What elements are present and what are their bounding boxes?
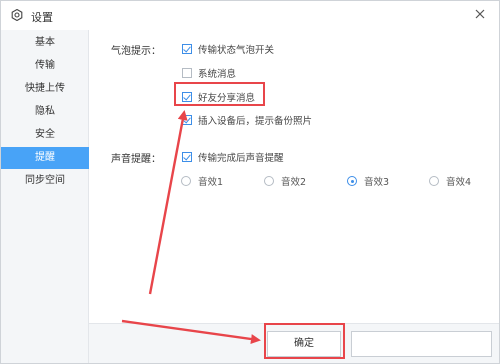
radio-label: 音效1 (198, 177, 224, 188)
radio-button[interactable] (181, 176, 191, 186)
sidebar-item-transfer[interactable]: 传输 (1, 55, 89, 77)
settings-gear-icon (11, 9, 23, 21)
cancel-button[interactable] (351, 331, 492, 357)
sound-effect-1-radio[interactable]: 音效1 (181, 174, 223, 188)
sidebar-item-privacy[interactable]: 隐私 (1, 101, 89, 123)
backup-photos-checkbox[interactable]: 插入设备后，提示备份照片 (182, 113, 312, 127)
radio-label: 音效4 (446, 177, 472, 188)
checkbox-label: 好友分享消息 (198, 93, 256, 104)
checkbox-label: 传输状态气泡开关 (198, 45, 275, 56)
radio-label: 音效2 (281, 177, 307, 188)
sound-effect-3-radio[interactable]: 音效3 (347, 174, 389, 188)
sidebar-item-quick-upload[interactable]: 快捷上传 (1, 78, 89, 100)
sidebar-item-basic[interactable]: 基本 (1, 32, 89, 54)
checkbox-box[interactable] (182, 92, 192, 102)
sound-effect-2-radio[interactable]: 音效2 (264, 174, 306, 188)
radio-label: 音效3 (364, 177, 390, 188)
checkbox-label: 传输完成后声音提醒 (198, 153, 284, 164)
sound-section-label: 声音提醒： (111, 154, 161, 165)
sidebar-item-security[interactable]: 安全 (1, 124, 89, 146)
checkbox-box[interactable] (182, 68, 192, 78)
ok-button[interactable]: 确定 (267, 331, 341, 357)
system-message-checkbox[interactable]: 系统消息 (182, 66, 236, 80)
sound-reminder-checkbox[interactable]: 传输完成后声音提醒 (182, 150, 284, 164)
checkbox-label: 系统消息 (198, 69, 237, 80)
sidebar: 基本 传输 快捷上传 隐私 安全 提醒 同步空间 (1, 30, 89, 363)
radio-button[interactable] (347, 176, 357, 186)
settings-window: 设置 基本 传输 快捷上传 隐私 安全 提醒 同步空间 气泡提示： 传输状态气泡… (0, 0, 500, 364)
sidebar-item-sync-space[interactable]: 同步空间 (1, 170, 89, 192)
checkbox-box[interactable] (182, 115, 192, 125)
checkbox-label: 插入设备后，提示备份照片 (198, 116, 313, 127)
transfer-bubble-checkbox[interactable]: 传输状态气泡开关 (182, 42, 274, 56)
bubble-section-label: 气泡提示： (111, 46, 161, 57)
checkbox-box[interactable] (182, 44, 192, 54)
friend-share-checkbox[interactable]: 好友分享消息 (182, 90, 255, 104)
checkbox-box[interactable] (182, 152, 192, 162)
sidebar-item-reminder[interactable]: 提醒 (1, 147, 89, 169)
radio-button[interactable] (264, 176, 274, 186)
window-title: 设置 (31, 11, 53, 24)
radio-button[interactable] (429, 176, 439, 186)
close-icon[interactable] (473, 7, 487, 21)
reminder-settings-panel: 气泡提示： 传输状态气泡开关 系统消息 好友分享消息 插入设备后，提示备份照片 … (89, 30, 499, 323)
title-bar: 设置 (1, 1, 499, 30)
sound-effect-4-radio[interactable]: 音效4 (429, 174, 471, 188)
dialog-footer: 确定 (89, 323, 499, 363)
